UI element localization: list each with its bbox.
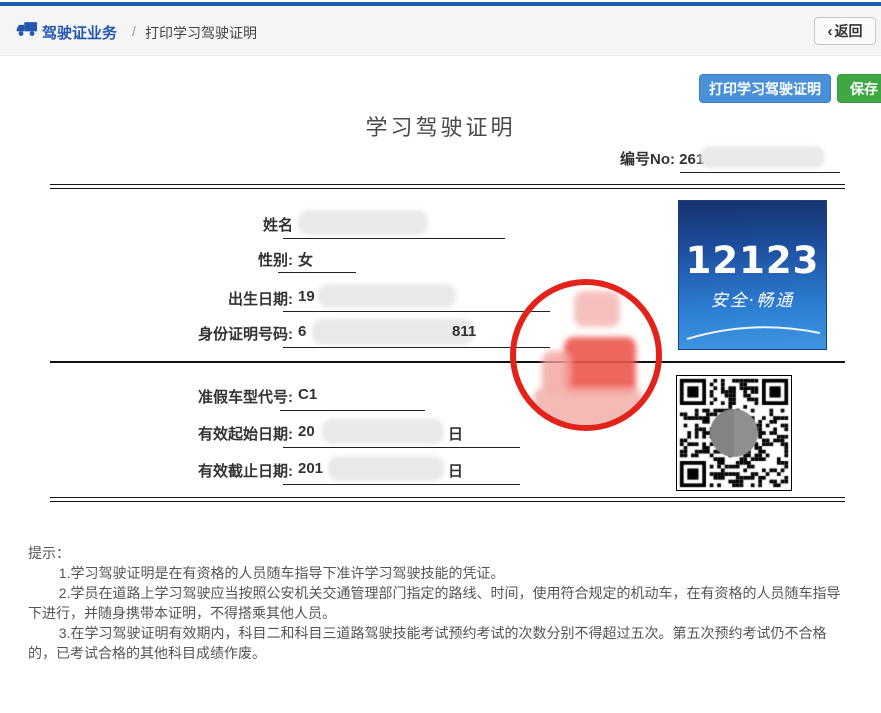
back-button-label: 返回 [835, 21, 863, 41]
valid-from-prefix: 20 [298, 423, 315, 440]
field-underline [280, 410, 425, 411]
field-underline [283, 311, 550, 312]
valid-to-suffix: 日 [448, 460, 463, 481]
id-number-prefix: 6 [298, 323, 306, 340]
valid-to-label: 有效截止日期: [40, 460, 293, 481]
separator-double-line-bottom [50, 497, 845, 502]
chevron-left-icon: ‹ [828, 23, 833, 40]
gender-value: 女 [298, 249, 313, 270]
birth-date-label: 出生日期: [40, 288, 293, 309]
logo-number: 12123 [679, 239, 826, 282]
redaction-blur-birth [318, 284, 456, 308]
truck-icon [16, 21, 38, 43]
certificate-title: 学习驾驶证明 [0, 110, 881, 142]
red-seal-stamp [510, 279, 662, 431]
back-button[interactable]: ‹ 返回 [814, 17, 876, 45]
print-certificate-button[interactable]: 打印学习驾驶证明 [699, 74, 831, 103]
valid-from-label: 有效起始日期: [40, 423, 293, 444]
tips-section: 提示： 1.学习驾驶证明是在有资格的人员随车指导下准许学习驾驶技能的凭证。 2.… [28, 543, 851, 663]
field-underline [680, 172, 840, 173]
tips-item-3: 3.在学习驾驶证明有效期内，科目二和科目三道路驾驶技能考试预约考试的次数分别不得… [28, 623, 851, 663]
breadcrumb-root[interactable]: 驾驶证业务 [42, 22, 117, 43]
gender-label: 性别: [40, 249, 293, 270]
serial-number: 编号No: 2610 [620, 148, 713, 169]
separator-double-line-top [50, 184, 845, 189]
breadcrumb-current: 打印学习驾驶证明 [145, 23, 257, 43]
separator-line-middle [50, 361, 845, 363]
serial-label: 编号No: [620, 151, 675, 168]
tips-item-2: 2.学员在道路上学习驾驶应当按照公安机关交通管理部门指定的路线、时间，使用符合规… [28, 583, 851, 623]
logo-slogan: 安全·畅通 [679, 286, 826, 311]
logo-arc-icon [679, 313, 827, 347]
id-number-suffix: 811 [452, 323, 476, 340]
valid-to-prefix: 201 [298, 460, 323, 477]
field-underline [283, 238, 505, 239]
save-button[interactable]: 保存 [837, 74, 881, 103]
birth-date-value: 19 [298, 288, 315, 305]
field-underline [283, 484, 520, 485]
tips-item-1: 1.学习驾驶证明是在有资格的人员随车指导下准许学习驾驶技能的凭证。 [28, 563, 851, 583]
field-underline [283, 447, 520, 448]
redaction-blur-id [312, 319, 474, 345]
vehicle-type-label: 准假车型代号: [40, 386, 293, 407]
qr-code-pattern [678, 377, 790, 489]
field-underline [278, 272, 356, 273]
redaction-blur-stamp [534, 387, 642, 431]
name-label: 姓名 [40, 214, 293, 235]
redaction-blur-name [298, 210, 428, 235]
redaction-blur-stamp [574, 291, 620, 327]
redaction-blur-valid-from [322, 419, 444, 444]
redaction-blur-valid-to [328, 456, 444, 481]
vehicle-type-value: C1 [298, 386, 317, 403]
breadcrumb-separator: / [132, 23, 136, 39]
tips-heading: 提示： [28, 543, 851, 563]
id-number-label: 身份证明号码: [40, 323, 293, 344]
valid-from-suffix: 日 [448, 423, 463, 444]
redaction-blur-serial [700, 146, 825, 168]
app-logo-12123: 12123 安全·畅通 [678, 200, 827, 350]
qr-code [676, 375, 792, 491]
